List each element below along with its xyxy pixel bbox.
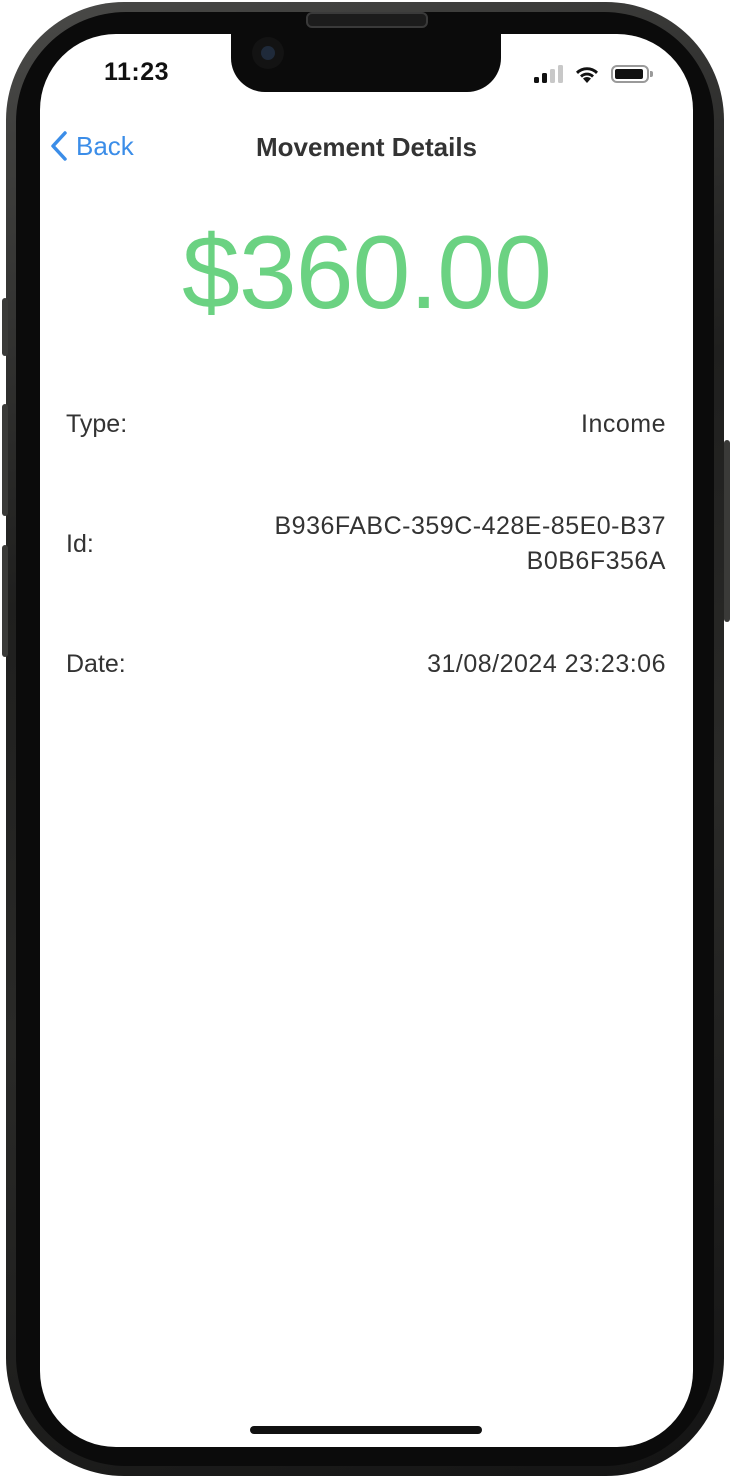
navigation-bar: Back Movement Details [40, 126, 693, 170]
home-indicator[interactable] [250, 1426, 482, 1434]
detail-row-type: Type: Income [66, 404, 666, 444]
side-button-volume-down [2, 545, 8, 657]
wifi-icon [576, 67, 598, 83]
date-value: 31/08/2024 23:23:06 [427, 649, 666, 678]
earpiece-speaker [306, 12, 428, 28]
detail-row-date: Date: 31/08/2024 23:23:06 [66, 644, 666, 684]
type-value: Income [581, 409, 666, 438]
type-label: Type: [66, 409, 128, 438]
side-button-volume-up [2, 404, 8, 516]
battery-icon [611, 65, 653, 83]
side-button-power [724, 440, 730, 622]
status-time: 11:23 [104, 58, 170, 86]
id-label: Id: [66, 529, 94, 558]
status-icons [534, 64, 653, 84]
page-title: Movement Details [255, 132, 478, 162]
date-label: Date: [66, 649, 126, 678]
id-value: B936FABC-359C-428E-85E0-B37B0B6F356A [274, 512, 666, 575]
movement-amount: $360.00 [182, 215, 552, 331]
front-camera [252, 37, 284, 69]
screen: 11:23 Back Movement Details $360.00 Type… [40, 34, 693, 1447]
side-button-mute [2, 298, 8, 356]
signal-icon [534, 65, 563, 83]
detail-row-id: Id: B936FABC-359C-428E-85E0-B37B0B6F356A [66, 504, 666, 584]
